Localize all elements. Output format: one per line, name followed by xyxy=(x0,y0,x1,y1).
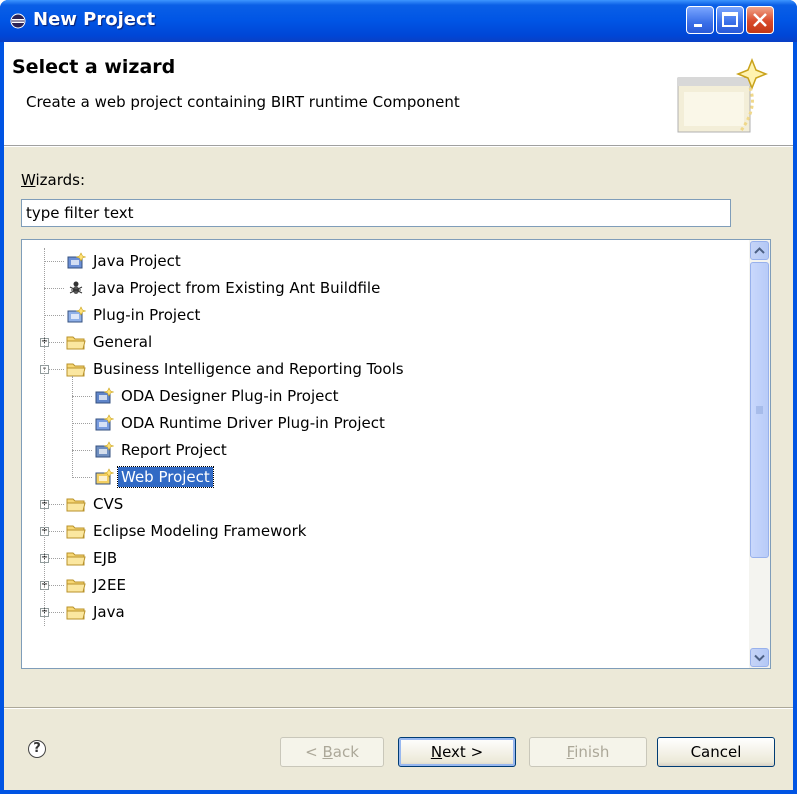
wizard-header: Select a wizard Create a web project con… xyxy=(4,42,793,146)
new-wizard-banner-icon xyxy=(677,57,768,133)
tree-item-label: Java Project from Existing Ant Buildfile xyxy=(93,279,381,297)
tree-item-label: EJB xyxy=(93,549,118,567)
tree-connector xyxy=(72,477,92,479)
tree-item[interactable]: Java Project from Existing Ant Buildfile xyxy=(22,275,747,302)
help-icon: ? xyxy=(33,741,41,756)
scroll-up-button[interactable] xyxy=(750,241,769,260)
tree-item-label: CVS xyxy=(93,495,124,513)
tree-item[interactable]: + J2EE xyxy=(22,572,747,599)
tree-branch-line xyxy=(72,376,74,478)
chevron-up-icon xyxy=(754,247,765,254)
folder-icon xyxy=(66,576,86,594)
dialog-client: Select a wizard Create a web project con… xyxy=(4,42,793,790)
tree-item-label: Report Project xyxy=(121,441,227,459)
maximize-icon xyxy=(722,12,738,27)
tree-connector xyxy=(72,396,92,398)
tree-item-label: Business Intelligence and Reporting Tool… xyxy=(93,360,404,378)
grip-icon xyxy=(756,406,763,414)
wizard-filter-input[interactable] xyxy=(21,199,731,227)
web-project-icon xyxy=(94,468,115,486)
tree-item-label: General xyxy=(93,333,153,351)
tree-connector xyxy=(44,315,64,317)
tree-item[interactable]: + General xyxy=(22,329,747,356)
tree-item-label: J2EE xyxy=(93,576,126,594)
tree-connector xyxy=(72,423,92,425)
help-button[interactable]: ? xyxy=(28,740,46,758)
oda-designer-icon xyxy=(94,387,115,405)
wizard-tree[interactable]: Java Project Java Project from Existing A… xyxy=(21,239,771,669)
tree-item-label: Eclipse Modeling Framework xyxy=(93,522,307,540)
folder-icon xyxy=(66,549,86,567)
tree-item[interactable]: Java Project xyxy=(22,248,747,275)
tree-item-label: Java Project xyxy=(93,252,181,270)
folder-icon xyxy=(66,495,86,513)
oda-runtime-icon xyxy=(94,414,115,432)
tree-connector xyxy=(44,261,64,263)
folder-icon xyxy=(66,360,86,378)
footer-separator-highlight xyxy=(4,708,793,709)
back-button[interactable]: < Back xyxy=(280,737,384,767)
tree-item-label: Web Project xyxy=(117,466,214,488)
close-button[interactable] xyxy=(746,6,774,34)
chevron-down-icon xyxy=(754,654,765,662)
tree-item[interactable]: ODA Runtime Driver Plug-in Project xyxy=(22,410,747,437)
tree-vertical-scrollbar[interactable] xyxy=(749,240,770,668)
scroll-thumb[interactable] xyxy=(750,262,769,558)
folder-icon xyxy=(66,603,86,621)
tree-item[interactable]: Report Project xyxy=(22,437,747,464)
tree-item-label: ODA Designer Plug-in Project xyxy=(121,387,339,405)
tree-item[interactable]: + EJB xyxy=(22,545,747,572)
next-button[interactable]: Next > xyxy=(398,737,516,767)
tree-connector xyxy=(72,450,92,452)
tree-item[interactable]: + Java xyxy=(22,599,747,626)
folder-icon xyxy=(66,333,86,351)
tree-item[interactable]: Web Project xyxy=(22,464,747,491)
folder-icon xyxy=(66,522,86,540)
finish-button[interactable]: Finish xyxy=(529,737,647,767)
window-title: New Project xyxy=(33,9,156,30)
tree-item[interactable]: - Business Intelligence and Reporting Too… xyxy=(22,356,747,383)
tree-trunk-line xyxy=(44,248,46,626)
page-title: Select a wizard xyxy=(12,56,176,78)
title-bar[interactable]: New Project xyxy=(0,0,797,42)
report-project-icon xyxy=(94,441,115,459)
tree-item-label: ODA Runtime Driver Plug-in Project xyxy=(121,414,385,432)
scroll-down-button[interactable] xyxy=(750,648,769,667)
minimize-button[interactable] xyxy=(686,6,714,34)
maximize-button[interactable] xyxy=(716,6,744,34)
tree-item[interactable]: Plug-in Project xyxy=(22,302,747,329)
eclipse-icon xyxy=(10,13,26,29)
close-icon xyxy=(753,13,767,27)
header-separator xyxy=(4,146,793,147)
tree-item[interactable]: ODA Designer Plug-in Project xyxy=(22,383,747,410)
new-project-window: New Project Select a wizard Create a web… xyxy=(0,0,797,794)
plugin-project-icon xyxy=(66,306,87,324)
minimize-icon xyxy=(694,24,702,27)
ant-icon xyxy=(66,279,86,297)
tree-item[interactable]: + Eclipse Modeling Framework xyxy=(22,518,747,545)
page-description: Create a web project containing BIRT run… xyxy=(26,93,460,111)
tree-item-label: Java xyxy=(93,603,125,621)
cancel-button[interactable]: Cancel xyxy=(657,737,775,767)
tree-item[interactable]: + CVS xyxy=(22,491,747,518)
tree-item-label: Plug-in Project xyxy=(93,306,201,324)
tree-connector xyxy=(44,288,64,290)
wizards-label: Wizards: xyxy=(21,171,86,189)
java-project-icon xyxy=(66,252,87,270)
